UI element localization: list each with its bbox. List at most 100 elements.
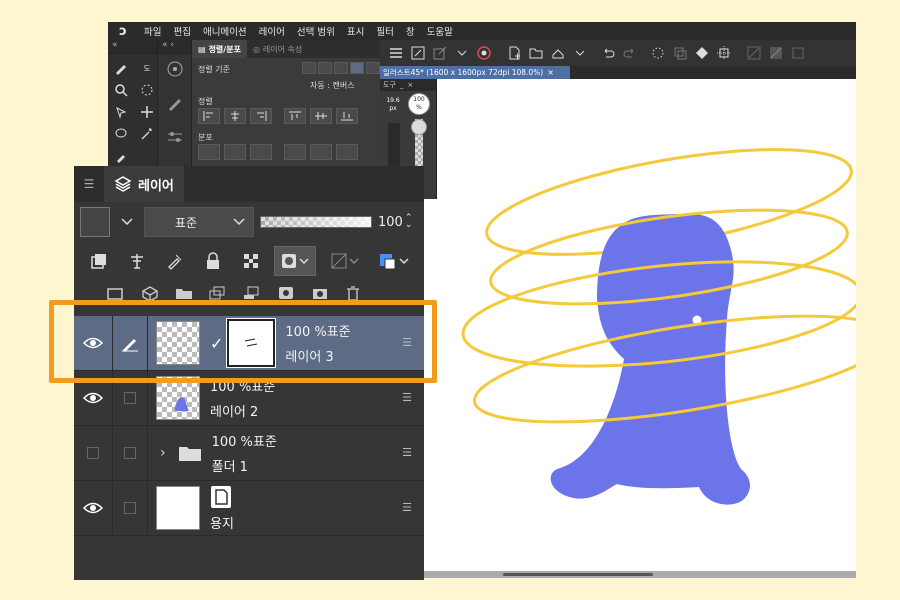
distribute-btn-5[interactable] bbox=[310, 144, 332, 160]
menu-window[interactable]: 창 bbox=[400, 24, 421, 38]
edit-target-checkbox[interactable] bbox=[112, 480, 148, 536]
collapse-chevron-icon[interactable]: « bbox=[108, 40, 157, 54]
lock-icon[interactable] bbox=[198, 246, 228, 276]
layer-property-row: 표준 100 ⌃ ⌄ bbox=[80, 206, 418, 238]
visibility-eye-icon[interactable] bbox=[74, 391, 112, 405]
layer-drag-handle-icon[interactable]: ☰ bbox=[402, 446, 412, 459]
menu-edit[interactable]: 편집 bbox=[167, 24, 196, 38]
brush-panel-title: 도구 bbox=[383, 81, 396, 89]
menu-animation[interactable]: 애니메이션 bbox=[197, 24, 253, 38]
menu-filter[interactable]: 필터 bbox=[370, 24, 399, 38]
layer-color-icon[interactable] bbox=[374, 246, 416, 276]
disabled-tool-icon-3[interactable] bbox=[788, 43, 808, 63]
object-icon[interactable] bbox=[110, 102, 132, 122]
menu-help[interactable]: 도움말 bbox=[421, 24, 459, 38]
layer-drag-handle-icon[interactable]: ☰ bbox=[402, 391, 412, 404]
rotate-icon[interactable] bbox=[136, 80, 158, 100]
menu-layer[interactable]: 레이어 bbox=[253, 24, 291, 38]
subtool-target-icon[interactable] bbox=[166, 60, 184, 82]
panel-menu-icon[interactable]: ☰ bbox=[74, 177, 104, 191]
undo-icon[interactable] bbox=[598, 43, 618, 63]
align-right-button[interactable] bbox=[250, 108, 272, 124]
tab-align-distribute[interactable]: ▤ 정렬/분포 bbox=[192, 40, 247, 58]
layer-row-paper[interactable]: 용지 ☰ bbox=[74, 480, 424, 536]
menu-file[interactable]: 파일 bbox=[138, 24, 167, 38]
align-left-button[interactable] bbox=[198, 108, 220, 124]
edit-icon[interactable] bbox=[430, 43, 450, 63]
basis-btn-5[interactable] bbox=[366, 62, 380, 74]
layer-drag-handle-icon[interactable]: ☰ bbox=[402, 501, 412, 514]
align-middle-button[interactable] bbox=[310, 108, 332, 124]
subtool-pen-icon[interactable] bbox=[166, 94, 184, 116]
chevron-down-icon-2[interactable] bbox=[570, 43, 590, 63]
close-icon[interactable]: × bbox=[547, 68, 554, 77]
folder-expand-chevron-icon[interactable]: › bbox=[160, 445, 166, 461]
layer-panel-tab[interactable]: 레이어 bbox=[104, 166, 184, 202]
collapse-chevron-icon-2[interactable]: « ‹ bbox=[158, 40, 191, 54]
layer-icon[interactable] bbox=[670, 43, 690, 63]
clipping-icon[interactable] bbox=[84, 246, 114, 276]
redo-icon[interactable] bbox=[620, 43, 640, 63]
blend-mode-select[interactable]: 표준 bbox=[144, 207, 254, 237]
subtool-sliders-icon[interactable] bbox=[166, 128, 184, 150]
brush-opacity-indicator[interactable]: 100 % bbox=[408, 93, 430, 115]
basis-btn-2[interactable] bbox=[318, 62, 332, 74]
loading-icon[interactable] bbox=[648, 43, 668, 63]
distribute-btn-2[interactable] bbox=[224, 144, 246, 160]
distribute-btn-3[interactable] bbox=[250, 144, 272, 160]
save-icon[interactable] bbox=[548, 43, 568, 63]
panel-minimize-icon[interactable]: _ bbox=[400, 81, 404, 89]
edit-target-checkbox[interactable] bbox=[112, 425, 148, 481]
new-canvas-icon[interactable] bbox=[408, 43, 428, 63]
fill-icon[interactable] bbox=[692, 43, 712, 63]
magic-wand-icon[interactable] bbox=[136, 124, 158, 144]
lock-transparency-icon[interactable] bbox=[236, 246, 266, 276]
record-icon[interactable] bbox=[474, 43, 494, 63]
pen-tool-icon[interactable] bbox=[110, 58, 132, 78]
menu-selection[interactable]: 선택 범위 bbox=[291, 24, 341, 38]
distribute-btn-6[interactable] bbox=[336, 144, 358, 160]
align-bottom-button[interactable] bbox=[336, 108, 358, 124]
brush-size-indicator[interactable]: 19.6 px bbox=[383, 95, 403, 115]
basis-btn-4[interactable] bbox=[350, 62, 364, 74]
lasso-icon[interactable] bbox=[110, 124, 132, 144]
chevron-down-icon-3[interactable] bbox=[116, 207, 138, 237]
zoom-icon[interactable] bbox=[110, 80, 132, 100]
opacity-stepper[interactable]: 100 ⌃ ⌄ bbox=[378, 214, 413, 230]
canvas-tab[interactable]: 일러스트45* (1600 x 1600px 72dpi 108.0%) × bbox=[380, 66, 570, 79]
layer-row-folder-1[interactable]: › 100 %표준 폴더 1 ☰ bbox=[74, 425, 424, 481]
transform-icon[interactable] bbox=[714, 43, 734, 63]
panel-close-icon[interactable]: × bbox=[407, 81, 413, 89]
app-logo-icon[interactable]: ↄ bbox=[108, 24, 138, 39]
drawing-canvas[interactable] bbox=[437, 79, 856, 571]
eyedropper-icon[interactable] bbox=[110, 146, 132, 166]
basis-btn-3[interactable] bbox=[334, 62, 348, 74]
open-folder-icon[interactable] bbox=[526, 43, 546, 63]
tab-layer-property[interactable]: ◎ 레이어 속성 bbox=[247, 40, 308, 58]
hamburger-menu-icon[interactable] bbox=[386, 43, 406, 63]
layer-color-box[interactable] bbox=[80, 207, 110, 237]
distribute-btn-4[interactable] bbox=[284, 144, 306, 160]
move-icon[interactable] bbox=[136, 102, 158, 122]
disabled-mask-icon[interactable] bbox=[324, 246, 366, 276]
layer-mode-label: 100 %표준 bbox=[211, 435, 277, 450]
menu-view[interactable]: 표시 bbox=[341, 24, 370, 38]
tool-tab-icon[interactable]: 도 bbox=[136, 58, 158, 78]
distribute-btn-1[interactable] bbox=[198, 144, 220, 160]
align-center-button[interactable] bbox=[224, 108, 246, 124]
align-top-button[interactable] bbox=[284, 108, 306, 124]
new-file-icon[interactable] bbox=[504, 43, 524, 63]
disabled-tool-icon-2[interactable] bbox=[766, 43, 786, 63]
disabled-tool-icon-1[interactable] bbox=[744, 43, 764, 63]
visibility-checkbox[interactable] bbox=[74, 447, 112, 459]
mask-toggle-button[interactable] bbox=[274, 246, 316, 276]
visibility-eye-icon[interactable] bbox=[74, 501, 112, 515]
reference-layer-icon[interactable] bbox=[122, 246, 152, 276]
opacity-bar[interactable] bbox=[260, 216, 372, 228]
stepper-arrows-icon[interactable]: ⌃ ⌄ bbox=[405, 214, 413, 230]
basis-btn-1[interactable] bbox=[302, 62, 316, 74]
draft-layer-icon[interactable] bbox=[160, 246, 190, 276]
chevron-down-icon[interactable] bbox=[452, 43, 472, 63]
opacity-slider-thumb[interactable] bbox=[411, 119, 427, 135]
horizontal-scrollbar[interactable] bbox=[503, 573, 653, 576]
